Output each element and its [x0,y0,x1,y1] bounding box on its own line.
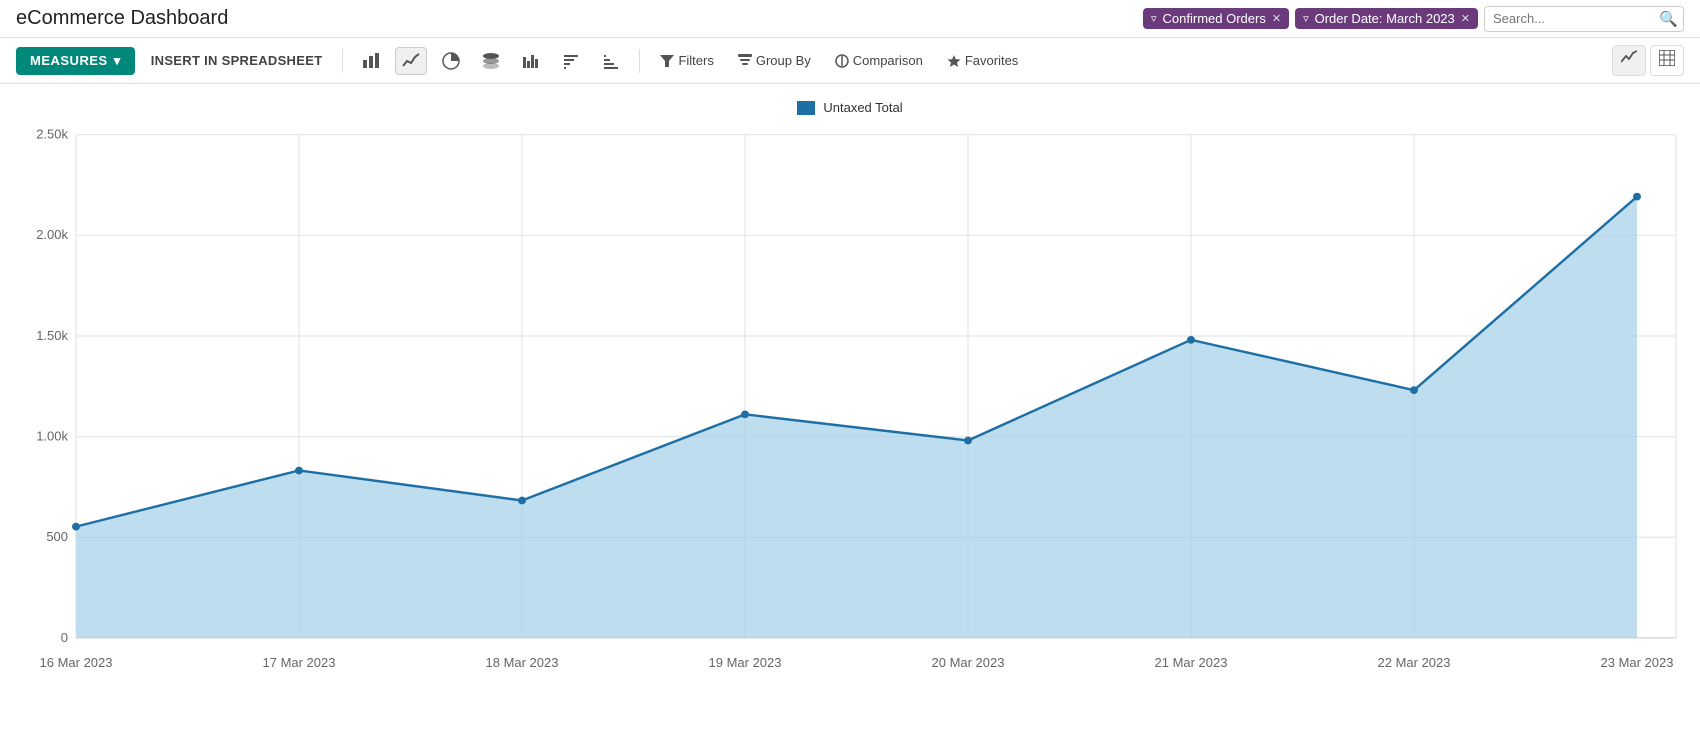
chart-area: 0 500 1.00k 1.50k 2.00k 2.50k 16 Mar 202… [16,125,1684,725]
filter-bar: ▿ Confirmed Orders ✕ ▿ Order Date: March… [1143,6,1684,32]
filter-chip-confirmed-orders[interactable]: ▿ Confirmed Orders ✕ [1143,8,1289,29]
filter-icon-1: ▿ [1151,12,1157,25]
toolbar-divider-1 [342,49,343,73]
comparison-label: Comparison [853,53,923,68]
app-title: eCommerce Dashboard [16,7,228,30]
sort-asc-icon [602,52,620,70]
pie-chart-icon [442,52,460,70]
legend-color-box [797,101,815,115]
filter-icon [660,54,674,68]
data-point-3 [518,497,526,505]
chart-view-icon [1621,50,1637,66]
chart-type-bar2-button[interactable] [515,47,547,75]
chart-type-stack-button[interactable] [475,47,507,75]
data-point-2 [295,467,303,475]
search-box[interactable]: 🔍 [1484,6,1684,32]
svg-text:23 Mar 2023: 23 Mar 2023 [1601,655,1674,670]
favorites-label: Favorites [965,53,1018,68]
filter-chip-label-1: Confirmed Orders [1163,11,1266,26]
filter-chip-label-2: Order Date: March 2023 [1315,11,1455,26]
svg-text:2.50k: 2.50k [36,127,68,142]
measures-label: MEASURES [30,53,108,68]
data-point-4 [741,410,749,418]
groupby-button[interactable]: Group By [730,49,819,72]
data-point-7 [1410,386,1418,394]
chart-type-line-button[interactable] [395,47,427,75]
search-input[interactable] [1493,11,1653,26]
svg-text:21 Mar 2023: 21 Mar 2023 [1155,655,1228,670]
chart-type-pie-button[interactable] [435,47,467,75]
chart-type-sort-desc-button[interactable] [555,47,587,75]
data-point-6 [1187,336,1195,344]
favorites-icon [947,54,961,68]
chart-container: Untaxed Total 0 [0,84,1700,734]
svg-text:18 Mar 2023: 18 Mar 2023 [486,655,559,670]
table-view-icon [1659,50,1675,66]
legend-label: Untaxed Total [823,100,902,115]
chart-legend: Untaxed Total [16,100,1684,115]
measures-button[interactable]: MEASURES ▾ [16,47,135,75]
toolbar: MEASURES ▾ INSERT IN SPREADSHEET Filters… [0,38,1700,84]
main-chart-svg: 0 500 1.00k 1.50k 2.00k 2.50k 16 Mar 202… [16,125,1684,725]
svg-text:2.00k: 2.00k [36,227,68,242]
table-view-button[interactable] [1650,45,1684,76]
svg-text:20 Mar 2023: 20 Mar 2023 [932,655,1005,670]
search-icon: 🔍 [1659,10,1678,28]
comparison-icon [835,54,849,68]
measures-dropdown-icon: ▾ [114,53,121,69]
insert-spreadsheet-button[interactable]: INSERT IN SPREADSHEET [143,49,331,72]
svg-text:17 Mar 2023: 17 Mar 2023 [263,655,336,670]
data-point-1 [72,523,80,531]
svg-text:0: 0 [61,630,68,645]
data-point-8 [1633,193,1641,201]
filter-chip-order-date[interactable]: ▿ Order Date: March 2023 ✕ [1295,8,1478,29]
comparison-button[interactable]: Comparison [827,49,931,72]
chart-type-bar-button[interactable] [355,47,387,75]
groupby-label: Group By [756,53,811,68]
header: eCommerce Dashboard ▿ Confirmed Orders ✕… [0,0,1700,38]
toolbar-divider-2 [639,49,640,73]
bar2-icon [522,52,540,70]
bar-chart-icon [362,52,380,70]
toolbar-view-buttons [1612,45,1684,76]
filters-label: Filters [678,53,713,68]
favorites-button[interactable]: Favorites [939,49,1026,72]
svg-text:1.50k: 1.50k [36,328,68,343]
svg-text:500: 500 [46,529,68,544]
sort-desc-icon [562,52,580,70]
stack-icon [482,52,500,70]
filter-chip-close-1[interactable]: ✕ [1272,12,1281,25]
filter-chip-close-2[interactable]: ✕ [1461,12,1470,25]
chart-view-button[interactable] [1612,45,1646,76]
filters-button[interactable]: Filters [652,49,721,72]
svg-text:19 Mar 2023: 19 Mar 2023 [709,655,782,670]
data-point-5 [964,437,972,445]
chart-type-sort-asc-button[interactable] [595,47,627,75]
filter-icon-2: ▿ [1303,12,1309,25]
groupby-icon [738,54,752,68]
svg-text:1.00k: 1.00k [36,429,68,444]
line-chart-icon [402,52,420,70]
svg-text:16 Mar 2023: 16 Mar 2023 [40,655,113,670]
svg-text:22 Mar 2023: 22 Mar 2023 [1378,655,1451,670]
chart-fill-area [76,197,1637,638]
